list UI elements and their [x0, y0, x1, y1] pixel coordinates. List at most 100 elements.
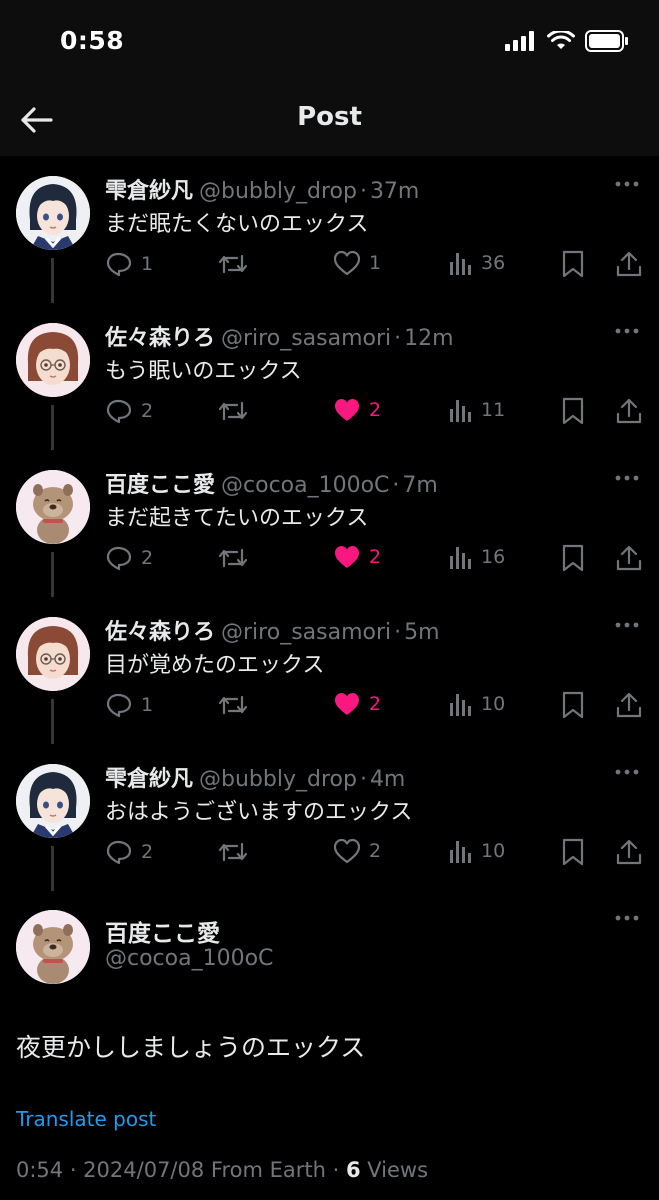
- dog-avatar-image: [16, 910, 90, 984]
- more-options-button[interactable]: [613, 174, 641, 194]
- thread-post[interactable]: 百度ここ愛 @cocoa_100oC · 7m まだ起きてたいのエックス 2 2 16: [0, 450, 659, 597]
- views-chart-icon: [450, 253, 471, 275]
- thread-post[interactable]: 佐々森りろ @riro_sasamori · 5m 目が覚めたのエックス 1 2 10: [0, 597, 659, 744]
- share-icon: [616, 398, 642, 424]
- more-options-button[interactable]: [613, 615, 641, 635]
- page-title: Post: [297, 102, 362, 132]
- post-time[interactable]: 12m: [404, 326, 453, 351]
- status-bar: 0:58: [0, 0, 659, 84]
- translate-post-link[interactable]: Translate post: [16, 1107, 156, 1131]
- repost-button[interactable]: [217, 691, 249, 719]
- thread-post[interactable]: 佐々森りろ @riro_sasamori · 12m もう眠いのエックス 2 2 11: [0, 303, 659, 450]
- repost-button[interactable]: [217, 544, 249, 572]
- like-button[interactable]: 2: [333, 397, 381, 423]
- share-icon: [616, 692, 642, 718]
- like-count: 2: [369, 840, 382, 862]
- heart-filled-icon: [335, 399, 359, 421]
- like-button[interactable]: 2: [333, 838, 381, 864]
- like-count: 2: [369, 693, 382, 715]
- more-options-button[interactable]: [613, 908, 641, 928]
- views-button[interactable]: 36: [449, 250, 505, 276]
- like-button[interactable]: 2: [333, 544, 381, 570]
- author-name[interactable]: 雫倉紗凡: [105, 179, 193, 204]
- more-dots-icon: [615, 622, 639, 628]
- bookmark-button[interactable]: [561, 691, 585, 719]
- more-options-button[interactable]: [613, 321, 641, 341]
- like-button[interactable]: 1: [333, 250, 381, 276]
- bookmark-button[interactable]: [561, 250, 585, 278]
- author-handle[interactable]: @cocoa_100oC: [105, 946, 273, 971]
- repost-button[interactable]: [217, 250, 249, 278]
- author-name[interactable]: 佐々森りろ: [105, 326, 215, 351]
- more-dots-icon: [615, 475, 639, 481]
- views-button[interactable]: 16: [449, 544, 505, 570]
- more-options-button[interactable]: [613, 762, 641, 782]
- author-handle[interactable]: @riro_sasamori: [221, 326, 391, 351]
- reply-icon: [106, 399, 132, 424]
- avatar[interactable]: [16, 470, 90, 544]
- post-time[interactable]: 4m: [370, 767, 405, 792]
- reply-button[interactable]: 2: [105, 397, 153, 425]
- reply-icon: [106, 546, 132, 571]
- repost-icon: [218, 401, 248, 421]
- bookmark-button[interactable]: [561, 397, 585, 425]
- view-count: 10: [481, 840, 506, 862]
- author-name[interactable]: 百度ここ愛: [105, 914, 220, 948]
- share-button[interactable]: [615, 544, 643, 572]
- separator-dot: ·: [394, 326, 402, 351]
- avatar[interactable]: [16, 323, 90, 397]
- bookmark-button[interactable]: [561, 838, 585, 866]
- reply-button[interactable]: 1: [105, 691, 153, 719]
- more-dots-icon: [615, 915, 639, 921]
- status-time: 0:58: [60, 26, 125, 55]
- thread-post[interactable]: 雫倉紗凡 @bubbly_drop · 4m おはようございますのエックス 2 2 10: [0, 744, 659, 891]
- author-name[interactable]: 雫倉紗凡: [105, 767, 193, 792]
- avatar[interactable]: [16, 617, 90, 691]
- more-options-button[interactable]: [613, 468, 641, 488]
- thread-post[interactable]: 雫倉紗凡 @bubbly_drop · 37m まだ眠たくないのエックス 1 1 36: [0, 156, 659, 303]
- author-handle[interactable]: @bubbly_drop: [199, 767, 357, 792]
- share-button[interactable]: [615, 397, 643, 425]
- post-time[interactable]: 5m: [404, 620, 439, 645]
- views-button[interactable]: 11: [449, 397, 505, 423]
- reply-button[interactable]: 1: [105, 250, 153, 278]
- repost-button[interactable]: [217, 838, 249, 866]
- thread-connector-line: [51, 552, 54, 597]
- like-count: 2: [369, 546, 382, 568]
- author-name[interactable]: 百度ここ愛: [105, 473, 215, 498]
- author-name[interactable]: 佐々森りろ: [105, 620, 215, 645]
- share-button[interactable]: [615, 838, 643, 866]
- views-count: 6: [345, 1158, 361, 1182]
- heart-icon: [333, 838, 361, 864]
- share-button[interactable]: [615, 691, 643, 719]
- avatar[interactable]: [16, 764, 90, 838]
- bookmark-icon: [562, 838, 584, 866]
- author-handle[interactable]: @cocoa_100oC: [221, 473, 389, 498]
- bookmark-icon: [562, 250, 584, 278]
- author-handle[interactable]: @riro_sasamori: [221, 620, 391, 645]
- like-count: 2: [369, 399, 382, 421]
- separator-dot: ·: [359, 179, 367, 204]
- avatar[interactable]: [16, 910, 90, 984]
- views-button[interactable]: 10: [449, 691, 505, 717]
- post-time[interactable]: 7m: [402, 473, 437, 498]
- avatar[interactable]: [16, 176, 90, 250]
- like-button[interactable]: 2: [333, 691, 381, 717]
- reply-button[interactable]: 2: [105, 838, 153, 866]
- thread: 雫倉紗凡 @bubbly_drop · 37m まだ眠たくないのエックス 1 1 36 佐々森り…: [0, 156, 659, 891]
- post-actions: 2 2 16: [105, 544, 643, 574]
- post-header: 佐々森りろ @riro_sasamori · 12m: [105, 320, 599, 352]
- bookmark-button[interactable]: [561, 544, 585, 572]
- share-button[interactable]: [615, 250, 643, 278]
- post-time[interactable]: 37m: [370, 179, 419, 204]
- like-count: 1: [369, 252, 382, 274]
- view-count: 36: [481, 252, 506, 274]
- views-button[interactable]: 10: [449, 838, 505, 864]
- reply-button[interactable]: 2: [105, 544, 153, 572]
- repost-icon: [218, 548, 248, 568]
- author-handle[interactable]: @bubbly_drop: [199, 179, 357, 204]
- girl-avatar-image: [16, 764, 90, 838]
- repost-button[interactable]: [217, 397, 249, 425]
- view-count: 11: [481, 399, 506, 421]
- more-dots-icon: [615, 328, 639, 334]
